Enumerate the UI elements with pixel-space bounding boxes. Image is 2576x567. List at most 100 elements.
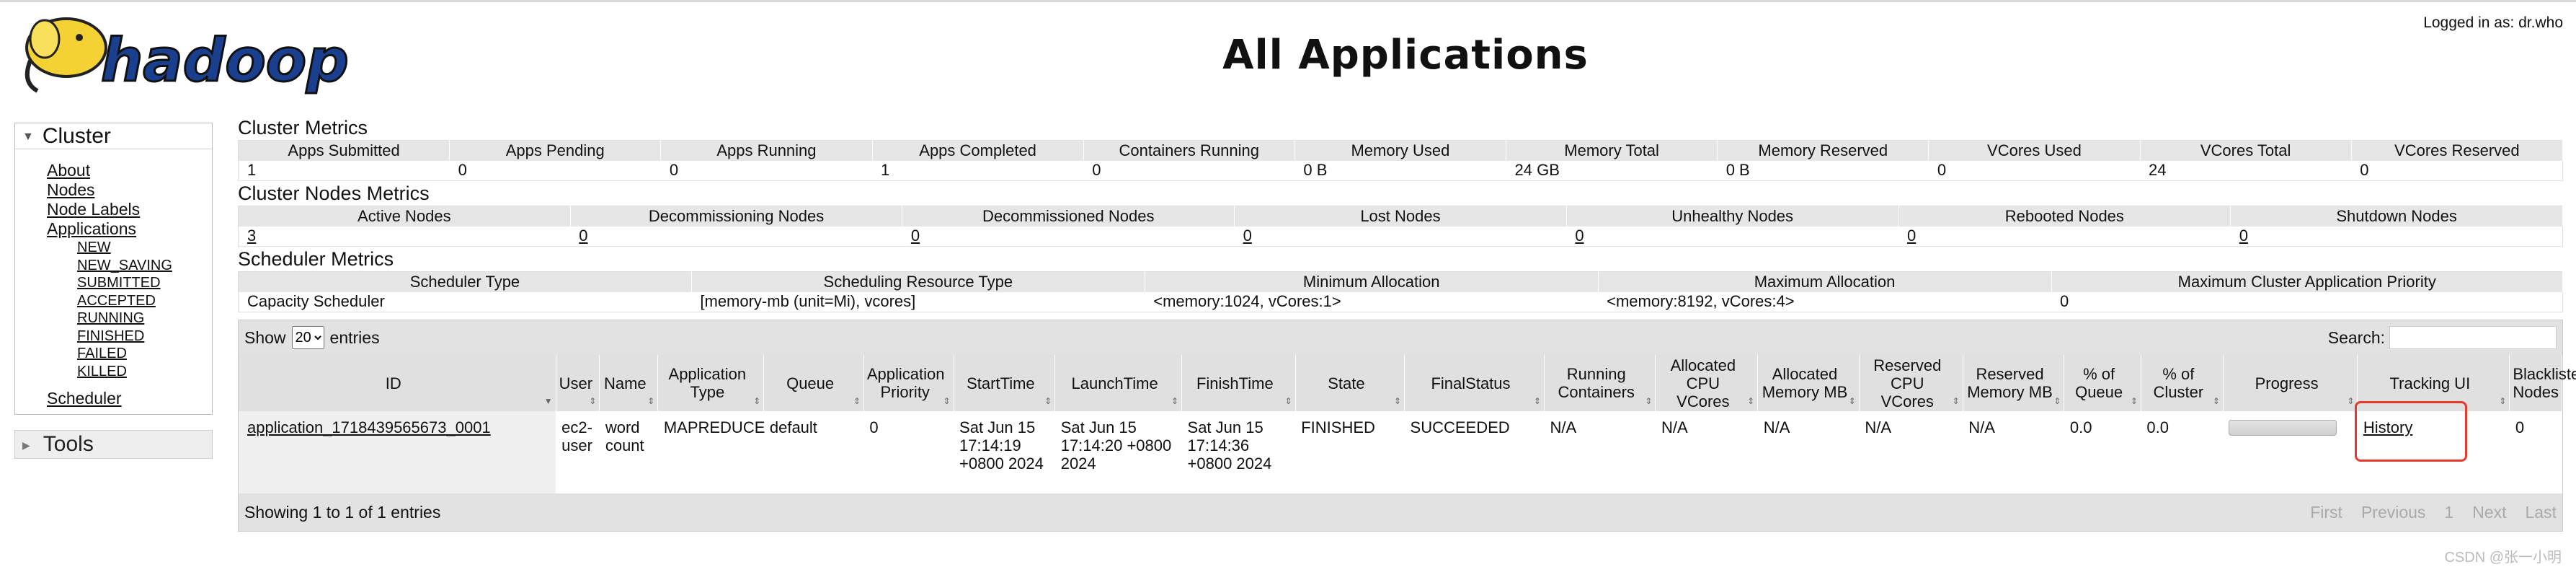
sort-icon: ⇕ [2499, 396, 2507, 406]
col-header-queue[interactable]: Queue ⇕ [763, 355, 864, 411]
hadoop-logo[interactable]: hadoop [16, 10, 362, 98]
app-state-accepted[interactable]: ACCEPTED [77, 292, 212, 310]
page-size-select[interactable]: 20 [291, 326, 324, 349]
app-state-killed[interactable]: KILLED [77, 363, 212, 381]
app-state-new-saving[interactable]: NEW_SAVING [77, 257, 212, 275]
sort-icon: ⇕ [1171, 396, 1179, 406]
pager-page-1[interactable]: 1 [2444, 503, 2453, 522]
metrics-header-row: Active Nodes Decommissioning Nodes Decom… [238, 206, 2563, 227]
rebooted-nodes-link[interactable]: 0 [1907, 227, 1916, 245]
pager-last[interactable]: Last [2526, 503, 2557, 522]
table-header: Rebooted Nodes [1898, 206, 2231, 227]
table-header: Minimum Allocation [1145, 271, 1599, 292]
cell-name: word count [599, 411, 658, 493]
col-header-reserved-memory-mb[interactable]: Reserved Memory MB ⇕ [1963, 355, 2065, 411]
app-state-list: NEW NEW_SAVING SUBMITTED ACCEPTED RUNNIN… [47, 239, 212, 380]
collapse-triangle-icon: ▼ [22, 131, 34, 144]
col-header-application-type[interactable]: Application Type ⇕ [657, 355, 765, 411]
cell-state: FINISHED [1295, 411, 1405, 493]
active-nodes-link[interactable]: 3 [247, 227, 256, 245]
apps-header-row: ID ▼ User ⇕ Name ⇕ Application Type ⇕ Queue ⇕… [239, 355, 2576, 411]
sort-icon: ⇕ [1952, 396, 1960, 406]
table-cell: 0 [660, 160, 873, 181]
scheduler-metrics-table: Scheduler Type Scheduling Resource Type … [238, 271, 2563, 312]
cluster-metrics-table: Apps Submitted Apps Pending Apps Running… [238, 140, 2564, 181]
col-header-id[interactable]: ID ▼ [239, 355, 556, 411]
col-header-starttime[interactable]: StartTime ⇕ [954, 355, 1056, 411]
sidebar-item-about[interactable]: About [47, 161, 212, 180]
sidebar-item-node-labels[interactable]: Node Labels [47, 200, 212, 219]
table-header: Scheduler Type [238, 271, 692, 292]
col-header-finishtime[interactable]: FinishTime ⇕ [1181, 355, 1296, 411]
col-header-finalstatus[interactable]: FinalStatus ⇕ [1404, 355, 1545, 411]
decommissioned-nodes-link[interactable]: 0 [911, 227, 920, 245]
table-header: Containers Running [1083, 140, 1295, 161]
col-header-running-containers[interactable]: Running Containers ⇕ [1544, 355, 1656, 411]
app-state-running[interactable]: RUNNING [77, 309, 212, 328]
watermark: CSDN @张一小明 [2444, 550, 2562, 566]
table-cell: 0 [570, 226, 902, 247]
application-id-link[interactable]: application_1718439565673_0001 [247, 418, 491, 436]
sort-icon: ⇕ [1645, 396, 1653, 406]
cluster-label: Cluster [42, 124, 111, 148]
table-header: Unhealthy Nodes [1566, 206, 1899, 227]
decommissioning-nodes-link[interactable]: 0 [579, 227, 587, 245]
nodes-metrics-table: Active Nodes Decommissioning Nodes Decom… [238, 206, 2563, 247]
table-header: Lost Nodes [1234, 206, 1567, 227]
sort-icon: ⇕ [853, 396, 861, 406]
metrics-value-row: 3 0 0 0 0 0 0 [238, 226, 2563, 247]
pager-previous[interactable]: Previous [2361, 503, 2425, 522]
search-input[interactable] [2389, 326, 2557, 349]
sort-icon: ⇕ [647, 396, 655, 406]
col-header-pct-cluster[interactable]: % of Cluster ⇕ [2141, 355, 2224, 411]
sidebar-cluster: ▼ Cluster About Nodes Node Labels Applica… [14, 123, 213, 415]
sort-icon: ⇕ [1533, 396, 1541, 406]
col-header-name[interactable]: Name ⇕ [599, 355, 659, 411]
col-header-user[interactable]: User ⇕ [556, 355, 600, 411]
sort-icon: ⇕ [2347, 396, 2355, 406]
sidebar-cluster-header[interactable]: ▼ Cluster [15, 123, 212, 149]
sort-icon: ⇕ [2212, 396, 2220, 406]
pager-first[interactable]: First [2310, 503, 2342, 522]
col-header-application-priority[interactable]: Application Priority ⇕ [863, 355, 954, 411]
table-cell: 1 [238, 160, 450, 181]
unhealthy-nodes-link[interactable]: 0 [1575, 227, 1584, 245]
sort-desc-icon: ▼ [543, 396, 553, 406]
cell-pct-cluster: 0.0 [2141, 411, 2224, 493]
pager-next[interactable]: Next [2472, 503, 2506, 522]
sidebar-item-nodes[interactable]: Nodes [47, 180, 212, 200]
col-header-blacklisted-nodes[interactable]: Blacklisted Nodes [2509, 355, 2576, 411]
app-state-submitted[interactable]: SUBMITTED [77, 274, 212, 292]
table-cell: 0 B [1717, 160, 1929, 181]
col-header-pct-queue[interactable]: % of Queue ⇕ [2064, 355, 2141, 411]
search-label: Search: [2327, 328, 2385, 347]
table-cell: <memory:1024, vCores:1> [1145, 291, 1599, 312]
applications-panel: Show 20 entries Search: ID ▼ User ⇕ Name ⇕ … [238, 320, 2576, 532]
app-state-finished[interactable]: FINISHED [77, 328, 212, 346]
cell-launchtime: Sat Jun 15 17:14:20 +0800 2024 [1054, 411, 1182, 493]
sort-icon: ⇕ [943, 396, 951, 406]
col-header-state[interactable]: State ⇕ [1295, 355, 1405, 411]
col-header-launchtime[interactable]: LaunchTime ⇕ [1054, 355, 1183, 411]
col-header-reserved-cpu-vcores[interactable]: Reserved CPU VCores ⇕ [1859, 355, 1963, 411]
cell-queue: default [763, 411, 864, 493]
nodes-metrics-title: Cluster Nodes Metrics [238, 183, 430, 204]
table-cell: <memory:8192, vCores:4> [1598, 291, 2051, 312]
lost-nodes-link[interactable]: 0 [1243, 227, 1252, 245]
sidebar-nav: About Nodes Node Labels Applications NEW… [15, 149, 212, 414]
sidebar-tools[interactable]: ▶ Tools [14, 430, 213, 459]
sidebar-item-scheduler[interactable]: Scheduler [47, 389, 212, 408]
shutdown-nodes-link[interactable]: 0 [2239, 227, 2248, 245]
apps-footer: Showing 1 to 1 of 1 entries First Previo… [239, 493, 2562, 531]
scheduler-metrics-title: Scheduler Metrics [238, 248, 394, 270]
cell-pct-queue: 0.0 [2064, 411, 2141, 493]
sort-icon: ⇕ [2053, 396, 2061, 406]
sidebar-item-applications[interactable]: Applications [47, 219, 212, 239]
cluster-metrics-title: Cluster Metrics [238, 117, 368, 139]
col-header-allocated-memory-mb[interactable]: Allocated Memory MB ⇕ [1757, 355, 1860, 411]
app-state-failed[interactable]: FAILED [77, 345, 212, 363]
col-header-allocated-cpu-vcores[interactable]: Allocated CPU VCores ⇕ [1655, 355, 1759, 411]
col-header-progress[interactable]: Progress ⇕ [2223, 355, 2358, 411]
app-state-new[interactable]: NEW [77, 239, 212, 257]
table-header: Scheduling Resource Type [691, 271, 1145, 292]
